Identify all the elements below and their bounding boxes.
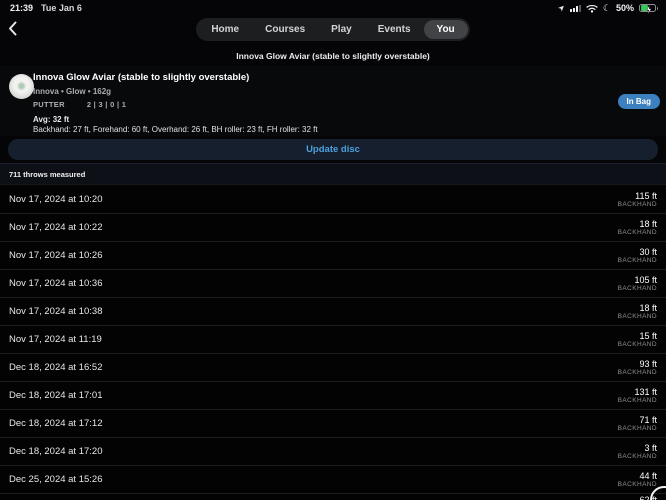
throw-date: Dec 18, 2024 at 17:01	[9, 390, 103, 401]
disc-name: Innova Glow Aviar (stable to slightly ov…	[33, 72, 250, 83]
throw-result: 93 ft BACKHAND	[618, 359, 657, 377]
throw-type: BACKHAND	[617, 396, 657, 404]
disc-throw-stats: Backhand: 27 ft, Forehand: 60 ft, Overha…	[33, 125, 318, 134]
disc-card: Innova Glow Aviar (stable to slightly ov…	[0, 66, 666, 148]
throw-result: 30 ft BACKHAND	[618, 247, 657, 265]
disc-type-label: PUTTER	[33, 100, 65, 109]
throw-distance: 18 ft	[639, 302, 657, 313]
throw-row[interactable]: Nov 17, 2024 at 10:26 30 ft BACKHAND	[0, 242, 666, 270]
throw-result: 44 ft BACKHAND	[618, 471, 657, 489]
battery-icon	[639, 3, 658, 14]
throw-distance: 71 ft	[639, 414, 657, 425]
throw-type: BACKHAND	[617, 424, 657, 432]
throw-row[interactable]: Nov 17, 2024 at 10:36 105 ft BACKHAND	[0, 270, 666, 298]
clock-date: Tue Jan 6	[41, 3, 82, 13]
throw-date: Nov 17, 2024 at 10:38	[9, 306, 103, 317]
throw-type: BACKHAND	[617, 340, 657, 348]
throw-result: 18 ft BACKHAND	[618, 219, 657, 237]
throw-result: 131 ft BACKHAND	[618, 387, 657, 405]
nav-row: Home Courses Play Events You	[0, 16, 666, 42]
throw-result: 105 ft BACKHAND	[618, 275, 657, 293]
throw-row-partial[interactable]: 62 ft	[0, 494, 666, 500]
throw-date: Nov 17, 2024 at 10:20	[9, 194, 103, 205]
throw-distance: 93 ft	[639, 358, 657, 369]
throw-row[interactable]: Nov 17, 2024 at 11:19 15 ft BACKHAND	[0, 326, 666, 354]
throw-type: BACKHAND	[617, 480, 657, 488]
throw-distance: 105 ft	[634, 274, 657, 285]
throw-distance: 115 ft	[635, 190, 657, 201]
tab-events[interactable]: Events	[365, 20, 424, 39]
throw-date: Nov 17, 2024 at 10:26	[9, 250, 103, 261]
disc-info: Innova Glow Aviar (stable to slightly ov…	[33, 72, 622, 148]
chevron-left-icon	[9, 21, 17, 35]
wifi-icon	[586, 4, 598, 13]
clock-time: 21:39	[10, 3, 34, 13]
throw-date: Nov 17, 2024 at 11:19	[9, 334, 102, 345]
throw-row[interactable]: Dec 18, 2024 at 17:01 131 ft BACKHAND	[0, 382, 666, 410]
tab-you[interactable]: You	[423, 19, 468, 39]
update-disc-button[interactable]: Update disc	[8, 139, 658, 160]
throw-row[interactable]: Dec 18, 2024 at 17:20 3 ft BACKHAND	[0, 438, 666, 466]
throw-row[interactable]: Nov 17, 2024 at 10:20 115 ft BACKHAND	[0, 186, 666, 214]
throw-row[interactable]: Dec 18, 2024 at 16:52 93 ft BACKHAND	[0, 354, 666, 382]
in-bag-badge[interactable]: In Bag	[617, 94, 660, 109]
throw-type: BACKHAND	[617, 256, 657, 264]
cellular-icon	[569, 4, 581, 12]
page-title: Innova Glow Aviar (stable to slightly ov…	[236, 51, 430, 61]
throw-date: Nov 17, 2024 at 10:22	[9, 222, 103, 233]
back-button[interactable]	[8, 18, 24, 38]
throw-distance: 15 ft	[639, 330, 657, 341]
throw-type: BACKHAND	[617, 368, 657, 376]
tab-home[interactable]: Home	[198, 20, 252, 39]
throw-result: 18 ft BACKHAND	[618, 303, 657, 321]
disc-average-distance: Avg: 32 ft	[33, 115, 70, 124]
throw-type: BACKHAND	[617, 452, 657, 460]
tab-play[interactable]: Play	[318, 20, 365, 39]
throws-section-header: 711 throws measured	[0, 163, 666, 185]
throw-type: BACKHAND	[617, 284, 657, 292]
throws-count-label: 711 throws measured	[9, 169, 86, 179]
throw-list: Nov 17, 2024 at 10:20 115 ft BACKHAND No…	[0, 186, 666, 500]
disc-detail-screen: 21:39 Tue Jan 6 ➤ ☾ 50% Home Courses Pla…	[0, 0, 666, 500]
throw-distance: 3 ft	[644, 442, 657, 453]
moon-icon: ☾	[602, 2, 611, 13]
throw-result: 3 ft BACKHAND	[618, 443, 657, 461]
throw-date: Dec 18, 2024 at 16:52	[9, 362, 103, 373]
throw-date: Dec 18, 2024 at 17:12	[9, 418, 103, 429]
throw-type: BACKHAND	[617, 228, 657, 236]
throw-date: Dec 18, 2024 at 17:20	[9, 446, 103, 457]
throw-distance: 44 ft	[639, 470, 657, 481]
disc-flight-row: PUTTER 2 | 3 | 0 | 1	[33, 100, 622, 109]
throw-distance: 18 ft	[639, 218, 657, 229]
throw-result: 115 ft BACKHAND	[618, 191, 657, 209]
throw-type: BACKHAND	[617, 200, 657, 208]
tab-bar: Home Courses Play Events You	[196, 17, 470, 41]
throw-distance: 30 ft	[639, 246, 657, 257]
location-icon: ➤	[557, 3, 567, 13]
throw-row[interactable]: Dec 25, 2024 at 15:26 44 ft BACKHAND	[0, 466, 666, 494]
throw-date: Nov 17, 2024 at 10:36	[9, 278, 103, 289]
tab-courses[interactable]: Courses	[252, 20, 318, 39]
throw-type: BACKHAND	[617, 312, 657, 320]
disc-meta: Innova • Glow • 162g	[33, 87, 112, 96]
throw-date: Dec 25, 2024 at 15:26	[9, 474, 103, 485]
disc-flight-numbers: 2 | 3 | 0 | 1	[86, 100, 127, 109]
throw-distance: 131 ft	[634, 386, 657, 397]
throw-row[interactable]: Dec 18, 2024 at 17:12 71 ft BACKHAND	[0, 410, 666, 438]
throw-row[interactable]: Nov 17, 2024 at 10:22 18 ft BACKHAND	[0, 214, 666, 242]
status-bar: 21:39 Tue Jan 6 ➤ ☾ 50%	[0, 0, 666, 16]
throw-result: 71 ft BACKHAND	[618, 415, 657, 433]
battery-percent: 50%	[615, 3, 634, 13]
throw-row[interactable]: Nov 17, 2024 at 10:38 18 ft BACKHAND	[0, 298, 666, 326]
throw-result: 15 ft BACKHAND	[618, 331, 657, 349]
disc-image	[9, 74, 34, 99]
